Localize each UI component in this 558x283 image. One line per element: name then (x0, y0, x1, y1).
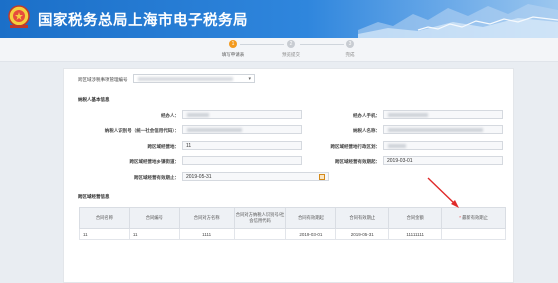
table-row[interactable]: 11 11 1111 2019-03-01 2019-05-31 1111111… (79, 228, 506, 240)
registration-number-select[interactable]: ▾ (133, 74, 255, 83)
chevron-down-icon: ▾ (248, 76, 251, 82)
valid-start-label: 跨区域经营有效期起： (335, 159, 380, 164)
handler-phone-label: 经办人手机： (353, 113, 380, 118)
step-connector (300, 44, 344, 45)
valid-end-label: 跨区域经营有效期止： (134, 175, 179, 180)
column-header: 合同有效期止 (335, 207, 390, 229)
redacted-value (138, 77, 233, 81)
registration-number-label: 跨区域涉税事项管理编号 (78, 77, 128, 82)
latest-valid-end-cell[interactable] (441, 228, 506, 240)
taxpayer-section-title: 纳税人基本信息 (78, 97, 110, 102)
step-1-label: 填写申请表 (221, 52, 245, 57)
taxpayer-name-label: 纳税人名称： (353, 128, 380, 133)
taxpayer-name-field[interactable] (383, 125, 503, 134)
tax-emblem-logo (8, 5, 30, 28)
table-cell: 11111111 (388, 228, 443, 240)
contract-section-title: 跨区域经营信息 (78, 194, 110, 199)
column-header: 合同名称 (79, 207, 130, 229)
table-cell: 1111 (178, 228, 235, 240)
step-2-label: 预览提交 (282, 52, 300, 57)
step-progress-bar: 1 2 3 填写申请表 预览提交 完成 (0, 38, 558, 62)
step-3-indicator: 3 (346, 40, 354, 48)
great-wall-banner-image (358, 4, 558, 38)
column-header: 合同对方纳税人识别号/社会信用代码 (233, 207, 287, 229)
column-header: 合同金额 (388, 207, 443, 229)
column-header: 合同对方名称 (178, 207, 235, 229)
table-cell: 2019-05-31 (335, 228, 390, 240)
taxpayer-id-field[interactable] (182, 125, 302, 134)
required-marker: * (459, 215, 461, 220)
page-title: 国家税务总局上海市电子税务局 (38, 13, 248, 29)
handler-label: 经办人： (161, 113, 179, 118)
valid-end-field[interactable]: 2019-05-31 (182, 172, 329, 181)
handler-phone-field[interactable] (383, 110, 503, 119)
cross-location-label: 跨区域经营地： (147, 144, 180, 149)
table-header-row: 合同名称 合同编号 合同对方名称 合同对方纳税人识别号/社会信用代码 合同有效期… (79, 207, 506, 229)
step-3-label: 完成 (345, 52, 355, 57)
table-cell: 11 (79, 228, 130, 240)
handler-field[interactable] (182, 110, 302, 119)
cross-district-label: 跨区域经营地行政区划： (330, 144, 381, 149)
cross-district-field[interactable] (383, 141, 503, 150)
contract-table: 合同名称 合同编号 合同对方名称 合同对方纳税人识别号/社会信用代码 合同有效期… (79, 207, 506, 240)
cross-street-label: 跨区域经营地乡镇街道： (129, 159, 180, 164)
step-2-indicator: 2 (287, 40, 295, 48)
table-cell: 2019-03-01 (285, 228, 337, 240)
cross-street-field[interactable] (182, 156, 302, 165)
app-header: 国家税务总局上海市电子税务局 (0, 0, 558, 38)
taxpayer-id-label: 纳税人识别号（统一社会信用代码）： (104, 128, 179, 133)
column-header-required: * 最新有效期止 (441, 207, 506, 229)
cross-location-field[interactable]: 11 (182, 141, 302, 150)
table-cell: 11 (128, 228, 180, 240)
valid-start-field[interactable]: 2019-03-01 (383, 156, 503, 165)
table-cell (233, 228, 287, 240)
step-connector (240, 44, 284, 45)
calendar-icon[interactable] (319, 174, 325, 180)
column-header: 合同编号 (128, 207, 180, 229)
step-1-indicator: 1 (229, 40, 237, 48)
column-header: 合同有效期起 (285, 207, 337, 229)
valid-end-value: 2019-05-31 (186, 174, 212, 180)
